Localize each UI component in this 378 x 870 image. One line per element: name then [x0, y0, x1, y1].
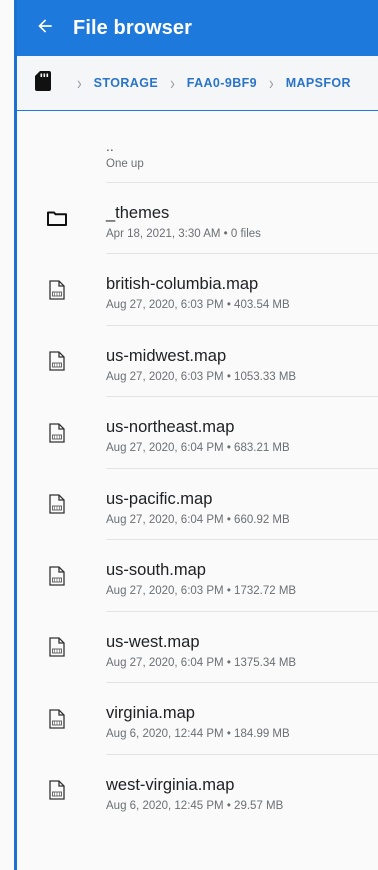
- file-meta: Aug 6, 2020, 12:44 PM • 184.99 MB: [106, 728, 290, 740]
- file-name: us-south.map: [106, 561, 206, 579]
- breadcrumb-item-storage[interactable]: STORAGE: [94, 76, 158, 90]
- list-item-file[interactable]: us-northeast.map Aug 27, 2020, 6:04 PM •…: [17, 397, 378, 469]
- page-title: File browser: [73, 16, 193, 39]
- file-meta: Aug 27, 2020, 6:03 PM • 1053.33 MB: [106, 370, 297, 383]
- map-file-icon: [45, 564, 69, 588]
- list-item-file[interactable]: us-pacific.map Aug 27, 2020, 6:04 PM • 6…: [17, 469, 378, 540]
- file-meta: Aug 27, 2020, 6:04 PM • 660.92 MB: [106, 513, 290, 526]
- list-item-file[interactable]: west-virginia.map Aug 6, 2020, 12:45 PM …: [17, 755, 378, 827]
- map-file-icon: [45, 492, 69, 516]
- file-name: us-midwest.map: [106, 346, 227, 365]
- arrow-left-icon: [35, 16, 55, 41]
- chevron-right-icon: ›: [77, 72, 82, 94]
- file-meta: Aug 27, 2020, 6:04 PM • 1375.34 MB: [106, 656, 297, 669]
- file-name: us-northeast.map: [106, 418, 235, 436]
- back-button[interactable]: [17, 0, 73, 56]
- file-list: .. One up _themes Apr 18, 2021, 3:30 AM …: [17, 111, 378, 870]
- chevron-right-icon: ›: [170, 72, 175, 94]
- list-item-file[interactable]: british-columbia.map Aug 27, 2020, 6:03 …: [17, 254, 378, 326]
- file-name: ..: [106, 138, 114, 154]
- map-file-icon: [45, 421, 69, 445]
- list-item-folder[interactable]: _themes Apr 18, 2021, 3:30 AM • 0 files: [17, 183, 378, 254]
- file-name: us-pacific.map: [106, 489, 213, 508]
- file-name: _themes: [106, 203, 170, 222]
- list-item-file[interactable]: us-midwest.map Aug 27, 2020, 6:03 PM • 1…: [17, 326, 378, 397]
- map-file-icon: [45, 635, 69, 659]
- file-name: british-columbia.map: [106, 275, 259, 293]
- file-name: west-virginia.map: [106, 775, 235, 794]
- screen: File browser › STORAGE › FAA0-9BF9 › MAP…: [0, 0, 378, 870]
- file-name: virginia.map: [106, 704, 195, 722]
- map-file-icon: [45, 707, 69, 731]
- map-file-icon: [45, 278, 69, 302]
- list-item-file[interactable]: virginia.map Aug 6, 2020, 12:44 PM • 184…: [17, 683, 378, 755]
- map-file-icon: [45, 349, 69, 373]
- file-meta: One up: [106, 158, 144, 170]
- breadcrumb-item-mapsforge[interactable]: MAPSFOR: [286, 76, 351, 90]
- breadcrumb-item-volume[interactable]: FAA0-9BF9: [187, 76, 257, 90]
- chevron-right-icon: ›: [269, 72, 274, 94]
- list-item-file[interactable]: us-west.map Aug 27, 2020, 6:04 PM • 1375…: [17, 612, 378, 683]
- app-bar: File browser: [17, 0, 378, 56]
- file-meta: Apr 18, 2021, 3:30 AM • 0 files: [106, 227, 261, 240]
- file-meta: Aug 6, 2020, 12:45 PM • 29.57 MB: [106, 799, 284, 812]
- file-name: us-west.map: [106, 632, 200, 651]
- list-item-file[interactable]: us-south.map Aug 27, 2020, 6:03 PM • 173…: [17, 540, 378, 612]
- breadcrumb: › STORAGE › FAA0-9BF9 › MAPSFOR: [17, 56, 378, 111]
- list-item-one-up[interactable]: .. One up: [17, 111, 378, 183]
- sd-card-icon: [35, 70, 51, 96]
- folder-icon: [45, 206, 69, 230]
- file-meta: Aug 27, 2020, 6:03 PM • 1732.72 MB: [106, 585, 297, 597]
- file-meta: Aug 27, 2020, 6:04 PM • 683.21 MB: [106, 442, 290, 454]
- file-meta: Aug 27, 2020, 6:03 PM • 403.54 MB: [106, 299, 290, 311]
- map-file-icon: [45, 778, 69, 802]
- breadcrumb-root[interactable]: [21, 70, 65, 96]
